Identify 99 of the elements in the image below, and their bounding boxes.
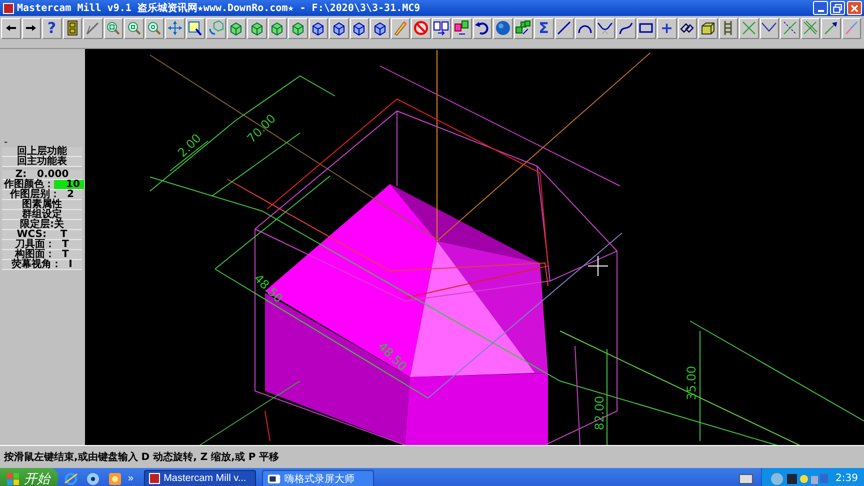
cross-lines-icon xyxy=(802,20,818,36)
toolbar-button[interactable] xyxy=(514,18,533,38)
cube-icon xyxy=(351,20,368,36)
rotate-cube-icon xyxy=(208,20,224,36)
menu-label: 作图颜色： xyxy=(4,180,54,189)
menu-button[interactable]: 群组设定 xyxy=(2,210,82,220)
toolbar-button[interactable] xyxy=(575,18,594,38)
pencil-icon xyxy=(392,20,408,36)
cube-icon xyxy=(269,20,286,36)
camera-icon xyxy=(266,472,281,486)
diagonal-arrow-icon xyxy=(822,20,839,36)
toolbar-button[interactable] xyxy=(288,18,308,38)
sphere-icon xyxy=(494,20,511,36)
toolbar-button[interactable] xyxy=(247,18,266,38)
dimension-label: 82.00 xyxy=(592,396,606,430)
cross-lines-icon xyxy=(740,20,757,36)
disc-icon xyxy=(85,470,101,486)
menu-button[interactable]: 回上层功能 xyxy=(2,147,82,157)
minimize-button[interactable] xyxy=(813,1,828,15)
cube-icon xyxy=(248,20,265,36)
color-value-field: 10 xyxy=(54,180,84,189)
cross-lines-icon xyxy=(782,20,798,36)
undo-arrow-icon xyxy=(474,20,490,36)
menu-button[interactable]: 刀具面： T xyxy=(2,240,82,250)
toolbar-button[interactable] xyxy=(1,18,20,38)
toolbar-button[interactable] xyxy=(596,18,615,38)
status-prompt: 按滑鼠左键结束,或由键盘输入 D 动态旋转, Z 缩放,或 P 平移 xyxy=(4,450,280,464)
cube-icon xyxy=(372,20,388,36)
toolbar-button[interactable] xyxy=(268,18,287,38)
windows-logo-icon xyxy=(6,472,20,486)
taskbar-button[interactable]: 嗨格式录屏大师 xyxy=(262,470,374,486)
toolbar-button[interactable] xyxy=(472,18,492,38)
start-button[interactable]: 开始 xyxy=(0,468,58,486)
zoom-window-icon xyxy=(105,20,122,36)
clock: 2:39 xyxy=(836,473,858,484)
select-window-icon xyxy=(187,20,204,36)
toolbar-button[interactable] xyxy=(698,18,718,38)
dimension-label: 35.00 xyxy=(684,366,698,400)
toolbar-button[interactable] xyxy=(62,18,82,38)
restore-button[interactable] xyxy=(830,1,845,15)
toolbar-button[interactable] xyxy=(760,18,779,38)
toolbar-button[interactable] xyxy=(370,18,390,38)
menu-button[interactable]: 图素属性 xyxy=(2,200,82,210)
toolbar-button[interactable] xyxy=(22,18,41,38)
quick-launch-overflow[interactable]: » xyxy=(124,470,138,486)
prohibited-icon xyxy=(412,20,429,36)
line-icon xyxy=(556,20,572,36)
zoom-icon xyxy=(126,20,142,36)
keyboard-icon xyxy=(738,474,753,484)
toolbar-button[interactable] xyxy=(350,18,369,38)
close-button[interactable] xyxy=(847,1,862,15)
app-icon xyxy=(3,2,14,14)
tray-icons-drawing xyxy=(770,470,830,486)
window-title: Mastercam Mill v9.1 盗乐城资讯网★www.DownRo.com★ - F:\2020\3\3-31.MC9 xyxy=(17,2,422,15)
cube-icon xyxy=(310,20,326,36)
toolbar-button[interactable]: + xyxy=(657,18,676,38)
pen-icon xyxy=(843,20,860,36)
toolbar-button[interactable] xyxy=(452,18,472,38)
menu-button[interactable]: WCS: T xyxy=(2,230,82,240)
cube-icon xyxy=(228,20,244,36)
menu-button[interactable]: 构图面： T xyxy=(2,250,82,260)
fillet-icon xyxy=(597,20,614,36)
menu-button[interactable]: 回主功能表 xyxy=(2,157,82,167)
app-icon xyxy=(148,473,160,484)
toolbar-button[interactable]: ? xyxy=(42,18,62,38)
toolbar-button[interactable] xyxy=(718,18,738,38)
toolbar-button[interactable] xyxy=(308,18,328,38)
toolbar-button[interactable] xyxy=(226,18,246,38)
toolbar-button[interactable] xyxy=(329,18,348,38)
zoom-icon xyxy=(146,20,162,36)
solid-box-icon xyxy=(700,20,716,36)
menu-button[interactable]: 作图层别： 2 xyxy=(2,190,82,200)
toolbar-button[interactable] xyxy=(821,18,840,38)
toolbar-button[interactable]: Σ xyxy=(534,18,554,38)
group-icon xyxy=(515,20,532,36)
restore-icon xyxy=(831,2,844,14)
menu-button[interactable]: 限定层:关 xyxy=(2,220,82,230)
toolbar-button[interactable] xyxy=(554,18,574,38)
menu-button[interactable]: Z: 0.000 xyxy=(2,170,82,180)
toolbar-button[interactable] xyxy=(616,18,636,38)
menu-prompt: - xyxy=(3,139,9,147)
crosshair-cursor-icon xyxy=(588,256,608,276)
toolbar-button[interactable] xyxy=(432,18,451,38)
spline-icon xyxy=(618,20,634,36)
toolbar-button[interactable] xyxy=(636,18,656,38)
copy-shapes-icon xyxy=(433,20,450,36)
media-player-icon xyxy=(107,470,123,486)
minimize-icon xyxy=(818,10,824,12)
toolbar-button[interactable] xyxy=(678,18,697,38)
menu-button[interactable]: 荧幕视角： I xyxy=(2,260,82,270)
cube-icon xyxy=(290,20,306,36)
browser-icon xyxy=(63,470,79,486)
copy-shapes-icon xyxy=(454,20,470,36)
menu-button[interactable]: 作图颜色： 10 xyxy=(2,180,82,190)
taskbar-button[interactable]: Mastercam Mill v... xyxy=(144,470,256,486)
cube-icon xyxy=(330,20,347,36)
toolbar-button[interactable] xyxy=(493,18,512,38)
toolbar-button[interactable] xyxy=(186,18,205,38)
pan-icon xyxy=(166,20,183,36)
